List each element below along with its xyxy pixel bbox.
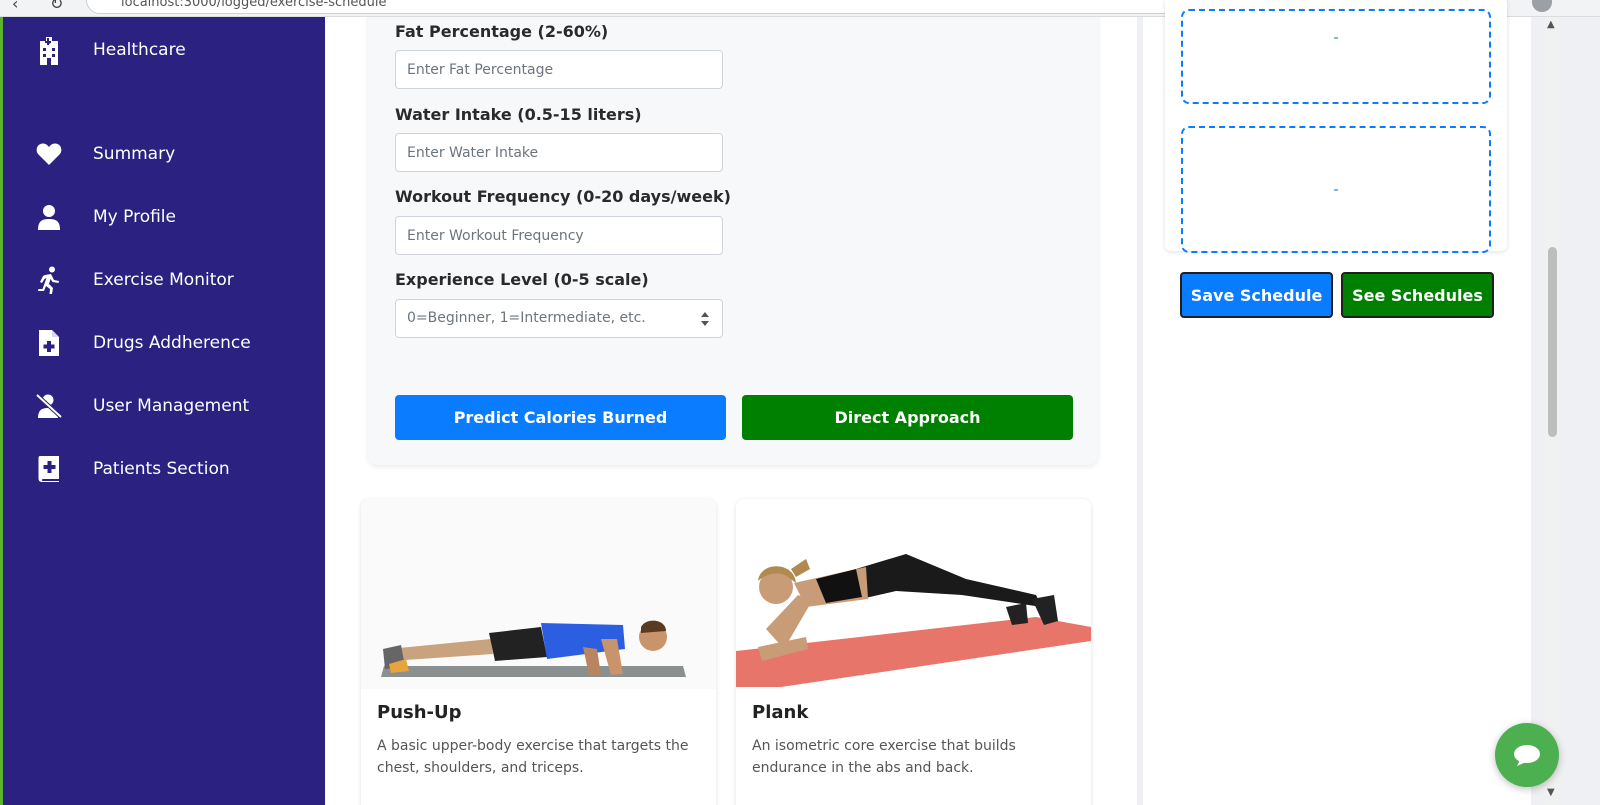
exercise-card-push-up[interactable]: Push-Up A basic upper-body exercise that… (361, 499, 716, 805)
brand[interactable]: Healthcare (35, 37, 186, 65)
predict-calories-button[interactable]: Predict Calories Burned (395, 395, 726, 440)
scrollbar-thumb[interactable] (1548, 247, 1557, 437)
sidebar-item-label: My Profile (93, 207, 176, 227)
sidebar-item-label: Patients Section (93, 459, 230, 479)
back-icon[interactable]: ‹ (12, 0, 18, 13)
experience-level-select[interactable]: 0=Beginner, 1=Intermediate, etc. (395, 299, 723, 338)
scroll-down-arrow-icon[interactable]: ▼ (1547, 787, 1555, 798)
chat-button[interactable] (1495, 723, 1559, 787)
sidebar-item-exercise-monitor[interactable]: Exercise Monitor (35, 260, 315, 300)
sidebar: Healthcare Summary My Profile Exercise M… (0, 17, 325, 805)
schedule-card: - - (1165, 0, 1507, 253)
water-intake-label: Water Intake (0.5-15 liters) (395, 105, 642, 124)
schedule-panel: - - Save Schedule See Schedules (1143, 0, 1531, 805)
sidebar-item-label: User Management (93, 396, 250, 416)
slot-placeholder: - (1333, 181, 1339, 198)
select-arrows-icon (701, 312, 709, 326)
running-icon (35, 266, 63, 294)
exercise-title: Push-Up (377, 702, 462, 723)
save-schedule-button[interactable]: Save Schedule (1180, 272, 1333, 318)
address-url[interactable]: localhost:3000/logged/exercise-schedule (121, 0, 387, 10)
fat-percentage-input[interactable] (395, 50, 723, 89)
medical-book-icon (35, 455, 63, 483)
schedule-column: - - Save Schedule See Schedules (1137, 0, 1545, 805)
page-scrollbar[interactable]: ▲ ▼ (1545, 17, 1560, 805)
slot-placeholder: - (1333, 30, 1339, 47)
user-slash-icon (35, 392, 63, 420)
main-content: Fat Percentage (2-60%) Water Intake (0.5… (325, 17, 1137, 805)
fat-percentage-label: Fat Percentage (2-60%) (395, 22, 609, 41)
experience-level-value: 0=Beginner, 1=Intermediate, etc. (407, 310, 646, 326)
hospital-icon (35, 37, 63, 65)
scroll-up-arrow-icon[interactable]: ▲ (1547, 19, 1555, 30)
exercise-title: Plank (752, 702, 809, 723)
sidebar-item-user-management[interactable]: User Management (35, 386, 315, 426)
prediction-form: Fat Percentage (2-60%) Water Intake (0.5… (368, 17, 1098, 465)
exercise-description: A basic upper-body exercise that targets… (377, 738, 689, 776)
sidebar-item-label: Exercise Monitor (93, 270, 234, 290)
sidebar-item-summary[interactable]: Summary (35, 134, 315, 174)
sidebar-item-label: Summary (93, 144, 176, 164)
exercise-card-plank[interactable]: Plank An isometric core exercise that bu… (736, 499, 1091, 805)
sidebar-item-label: Drugs Addherence (93, 333, 251, 353)
experience-level-label: Experience Level (0-5 scale) (395, 270, 649, 289)
profile-avatar[interactable] (1532, 0, 1552, 12)
water-intake-input[interactable] (395, 133, 723, 172)
workout-frequency-input[interactable] (395, 216, 723, 255)
heart-icon (35, 140, 63, 168)
sidebar-item-my-profile[interactable]: My Profile (35, 197, 315, 237)
exercise-description: An isometric core exercise that builds e… (752, 738, 1016, 776)
see-schedules-button[interactable]: See Schedules (1341, 272, 1494, 318)
sidebar-item-patients-section[interactable]: Patients Section (35, 449, 315, 489)
sidebar-item-drugs-addherence[interactable]: Drugs Addherence (35, 323, 315, 363)
plank-image (736, 499, 1091, 689)
schedule-slot[interactable]: - (1181, 9, 1491, 104)
schedule-slot[interactable]: - (1181, 126, 1491, 253)
user-icon (35, 203, 63, 231)
chat-bubble-icon (1514, 745, 1540, 766)
push-up-image (361, 499, 716, 689)
direct-approach-button[interactable]: Direct Approach (742, 395, 1073, 440)
file-medical-icon (35, 329, 63, 357)
reload-icon[interactable]: ↻ (50, 0, 63, 13)
brand-label: Healthcare (93, 40, 186, 60)
workout-frequency-label: Workout Frequency (0-20 days/week) (395, 187, 731, 206)
